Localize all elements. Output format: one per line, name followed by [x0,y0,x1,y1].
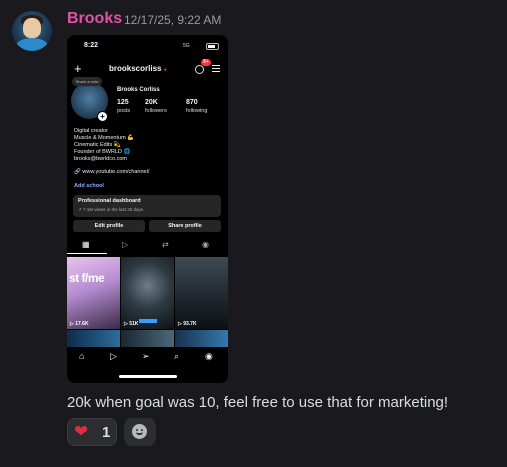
status-time: 8:22 [84,42,99,49]
battery-icon [206,43,219,50]
message-text: 20k when goal was 10, feel free to use t… [67,394,449,411]
posts-grid: st f/me ▷ 17.6K ▷ 51K ▷ 93.7K [67,255,228,350]
dashboard-title: Professional dashboard [78,198,141,204]
smiley-icon [132,424,147,439]
grid-tab-icon: ▦ [82,240,90,249]
reaction-heart[interactable]: ❤ 1 [67,418,117,446]
edit-profile-button: Edit profile [73,220,145,232]
reels-tab-icon: ▷ [122,240,129,249]
author-name[interactable]: Brooks [67,10,122,28]
author-avatar[interactable] [12,11,52,51]
bio-line: Muscle & Momentum 💪 [74,135,135,141]
add-story-icon: + [97,111,108,122]
heart-icon: ❤ [74,422,89,442]
bottom-nav: ⌂ ▷ ➢ ⌕ ◉ [67,347,228,369]
tagged-tab-icon: ◉ [202,240,209,249]
notification-badge: 9+ [201,59,211,66]
message-timestamp: 12/17/25, 9:22 AM [124,13,222,27]
grid-post: st f/me ▷ 17.6K [67,257,120,329]
tab-indicator [67,253,107,254]
post-views: ▷ 51K [124,321,139,327]
threads-icon [195,65,204,74]
stat-posts-label: posts [117,108,131,114]
add-school: Add school [74,183,104,189]
menu-icon [212,63,220,74]
dashboard-subtitle: ↗ 7.1M views in the last 30 days. [78,207,145,212]
stat-following-label: following [186,108,208,114]
grid-post: ▷ 51K [121,257,174,329]
home-indicator [119,375,177,378]
bio-line: brooks@bwrldco.com [74,156,127,162]
stat-followers-label: followers [145,108,167,114]
stat-followers-value: 20K [145,99,158,106]
profile-username: brookscorliss ● [109,64,167,73]
profile-bio: Digital creator Muscle & Momentum 💪 Cine… [74,128,134,163]
plus-icon: + [74,61,82,76]
add-reaction-button[interactable] [124,418,156,446]
reels-icon: ▷ [110,351,117,361]
stat-following-value: 870 [186,99,198,106]
profile-icon: ◉ [205,351,213,361]
note-bubble: Share a note [72,77,102,86]
display-name: Brooks Corliss [117,87,160,93]
bio-line: Founder of BWRLD 🌐 [74,149,131,155]
post-views: ▷ 17.6K [70,321,89,327]
reaction-count: 1 [102,424,111,441]
grid-post: ▷ 93.7K [175,257,228,329]
status-network: 5G [183,43,190,49]
bio-line: Digital creator [74,128,108,134]
share-profile-button: Share profile [149,220,221,232]
stat-posts-value: 125 [117,99,129,106]
professional-dashboard: Professional dashboard ↗ 7.1M views in t… [73,195,221,217]
attachment-image[interactable]: 8:22 5G + brookscorliss ● 9+ Share a not… [67,35,228,383]
search-icon: ⌕ [174,351,180,361]
reposts-tab-icon: ⇄ [162,240,169,249]
post-views: ▷ 93.7K [178,321,197,327]
send-icon: ➢ [142,351,150,361]
bio-line: Cinematic Edits 💫 [74,142,121,148]
home-icon: ⌂ [79,351,85,361]
profile-link: 🔗 www.youtube.com/channel/ [74,169,150,175]
